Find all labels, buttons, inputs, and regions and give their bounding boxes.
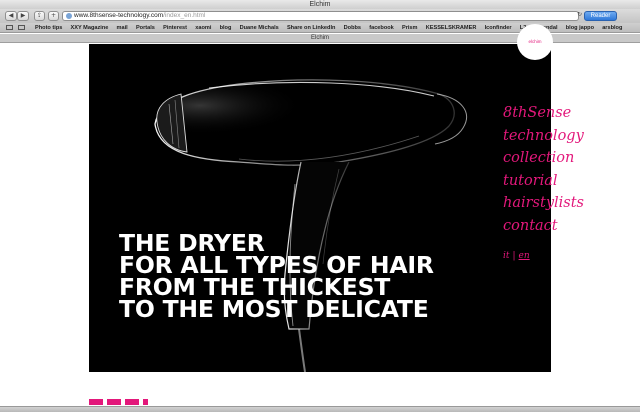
forward-arrow-icon: ▶ xyxy=(20,12,26,19)
nav-item-collection[interactable]: collection xyxy=(503,147,638,170)
bookmark-item[interactable]: arsblog xyxy=(602,25,622,31)
window-title: Elchim xyxy=(309,1,331,8)
nav-item-8thsense[interactable]: 8thSense xyxy=(503,102,638,125)
share-icon: ⇪ xyxy=(36,12,43,19)
nav-item-tutorial[interactable]: tutorial xyxy=(503,170,638,193)
nav-item-contact[interactable]: contact xyxy=(503,215,638,238)
brand-logo-text: elchim xyxy=(528,39,542,44)
bookmark-item[interactable]: Prism xyxy=(402,25,418,31)
browser-statusbar xyxy=(0,406,640,412)
bookmark-item[interactable]: xaomi xyxy=(195,25,211,31)
bookmark-item[interactable]: Iconfinder xyxy=(485,25,512,31)
url-path: /index_en.html xyxy=(163,12,206,19)
bookmark-item[interactable]: facebook xyxy=(369,25,394,31)
bookmark-item[interactable]: Portals xyxy=(136,25,155,31)
bookmark-item[interactable]: blog jappo xyxy=(566,25,594,31)
headline-line: TO THE MOST DELICATE xyxy=(119,295,429,323)
bookmark-item[interactable]: XXY Magazine xyxy=(71,25,109,31)
bookmark-item[interactable]: Share on LinkedIn xyxy=(287,25,336,31)
top-sites-grid-icon[interactable] xyxy=(17,25,25,30)
lang-en-link[interactable]: en xyxy=(519,251,530,261)
reload-icon: ↻ xyxy=(576,11,583,18)
browser-toolbar: ◀ ▶ ⇪ + www.8thsense-technology.com/inde… xyxy=(0,9,640,23)
bookmarks-book-icon[interactable] xyxy=(6,25,13,30)
bookmark-item[interactable]: Pinterest xyxy=(163,25,187,31)
site-icon xyxy=(66,13,72,19)
language-switcher: it | en xyxy=(503,251,530,261)
footer-logo-partial xyxy=(89,399,159,405)
reload-button[interactable]: ↻ xyxy=(575,11,584,21)
lang-separator: | xyxy=(512,251,516,261)
nav-item-technology[interactable]: technology xyxy=(503,125,638,148)
back-arrow-icon: ◀ xyxy=(8,12,14,19)
forward-button[interactable]: ▶ xyxy=(17,11,29,21)
reader-button[interactable]: Reader xyxy=(584,11,617,21)
lang-it-link[interactable]: it xyxy=(503,251,510,261)
bookmark-item[interactable]: Photo tips xyxy=(35,25,62,31)
plus-icon: + xyxy=(50,12,57,19)
bookmark-item[interactable]: mail xyxy=(117,25,128,31)
share-button[interactable]: ⇪ xyxy=(34,11,45,21)
side-navigation: 8thSense technology collection tutorial … xyxy=(503,102,638,237)
address-bar[interactable]: www.8thsense-technology.com/index_en.htm… xyxy=(62,11,579,21)
bookmark-item[interactable]: KESSELSKRAMER xyxy=(426,25,477,31)
nav-item-hairstylists[interactable]: hairstylists xyxy=(503,192,638,215)
bookmark-item[interactable]: Duane Michals xyxy=(240,25,279,31)
hero-headline: THE DRYER FOR ALL TYPES OF HAIR FROM THE… xyxy=(119,231,549,323)
bookmark-item[interactable]: Dobbs xyxy=(344,25,361,31)
url-domain: www.8thsense-technology.com xyxy=(74,12,164,19)
brand-logo-badge[interactable]: elchim xyxy=(517,24,553,60)
bookmark-item[interactable]: blog xyxy=(220,25,232,31)
tab-title[interactable]: Elchim xyxy=(311,35,329,41)
window-titlebar: Elchim xyxy=(0,0,640,9)
add-bookmark-button[interactable]: + xyxy=(48,11,59,21)
back-button[interactable]: ◀ xyxy=(5,11,17,21)
hero-banner: THE DRYER FOR ALL TYPES OF HAIR FROM THE… xyxy=(89,44,551,372)
